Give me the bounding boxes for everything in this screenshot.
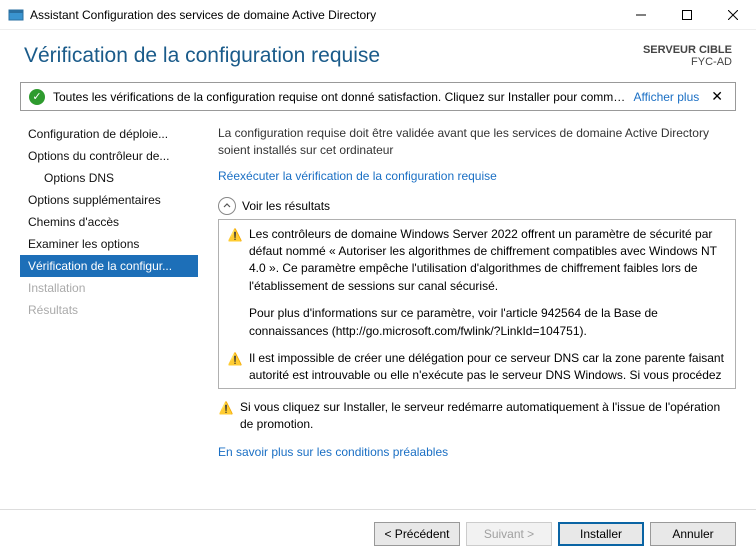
status-text: Toutes les vérifications de la configura…	[53, 90, 625, 104]
install-button[interactable]: Installer	[558, 522, 644, 546]
sidebar-item[interactable]: Examiner les options	[20, 233, 198, 255]
sidebar-item: Installation	[20, 277, 198, 299]
warning-text: Il est impossible de créer une délégatio…	[249, 350, 727, 389]
sidebar-item[interactable]: Options du contrôleur de...	[20, 145, 198, 167]
warning-text: Les contrôleurs de domaine Windows Serve…	[249, 226, 727, 340]
results-toggle[interactable]: Voir les résultats	[218, 197, 736, 215]
chevron-up-icon	[218, 197, 236, 215]
sidebar-item[interactable]: Vérification de la configur...	[20, 255, 198, 277]
page-title: Vérification de la configuration requise	[24, 44, 643, 68]
results-header-label: Voir les résultats	[242, 199, 330, 213]
sidebar-item: Résultats	[20, 299, 198, 321]
results-box[interactable]: ⚠️ Les contrôleurs de domaine Windows Se…	[218, 219, 736, 389]
warning-item: ⚠️ Il est impossible de créer une déléga…	[227, 350, 727, 389]
install-warning: ⚠️ Si vous cliquez sur Installer, le ser…	[218, 399, 736, 434]
minimize-button[interactable]	[618, 0, 664, 30]
warning-icon: ⚠️	[227, 227, 243, 244]
sidebar-item[interactable]: Chemins d'accès	[20, 211, 198, 233]
show-more-link[interactable]: Afficher plus	[633, 90, 699, 104]
sidebar-item[interactable]: Options DNS	[20, 167, 198, 189]
titlebar: Assistant Configuration des services de …	[0, 0, 756, 30]
warning-icon: ⚠️	[218, 400, 234, 417]
install-warning-text: Si vous cliquez sur Installer, le serveu…	[240, 399, 736, 434]
close-button[interactable]	[710, 0, 756, 30]
rerun-check-link[interactable]: Réexécuter la vérification de la configu…	[218, 169, 736, 183]
previous-button[interactable]: < Précédent	[374, 522, 460, 546]
header: Vérification de la configuration requise…	[0, 30, 756, 74]
warning-icon: ⚠️	[227, 351, 243, 368]
maximize-button[interactable]	[664, 0, 710, 30]
cancel-button[interactable]: Annuler	[650, 522, 736, 546]
status-close-button[interactable]: ✕	[707, 88, 727, 105]
main-content: La configuration requise doit être valid…	[198, 119, 736, 459]
learn-more-link[interactable]: En savoir plus sur les conditions préala…	[218, 445, 736, 459]
target-server: SERVEUR CIBLE FYC-AD	[643, 44, 732, 68]
target-name: FYC-AD	[643, 56, 732, 68]
window-title: Assistant Configuration des services de …	[30, 8, 618, 22]
sidebar-item[interactable]: Options supplémentaires	[20, 189, 198, 211]
sidebar-item[interactable]: Configuration de déploie...	[20, 123, 198, 145]
target-label: SERVEUR CIBLE	[643, 44, 732, 56]
next-button: Suivant >	[466, 522, 552, 546]
sidebar: Configuration de déploie...Options du co…	[20, 119, 198, 459]
footer: < Précédent Suivant > Installer Annuler	[0, 509, 756, 557]
status-bar: ✓ Toutes les vérifications de la configu…	[20, 82, 736, 111]
intro-text: La configuration requise doit être valid…	[218, 125, 736, 159]
success-icon: ✓	[29, 89, 45, 105]
app-icon	[8, 7, 24, 23]
warning-item: ⚠️ Les contrôleurs de domaine Windows Se…	[227, 226, 727, 340]
